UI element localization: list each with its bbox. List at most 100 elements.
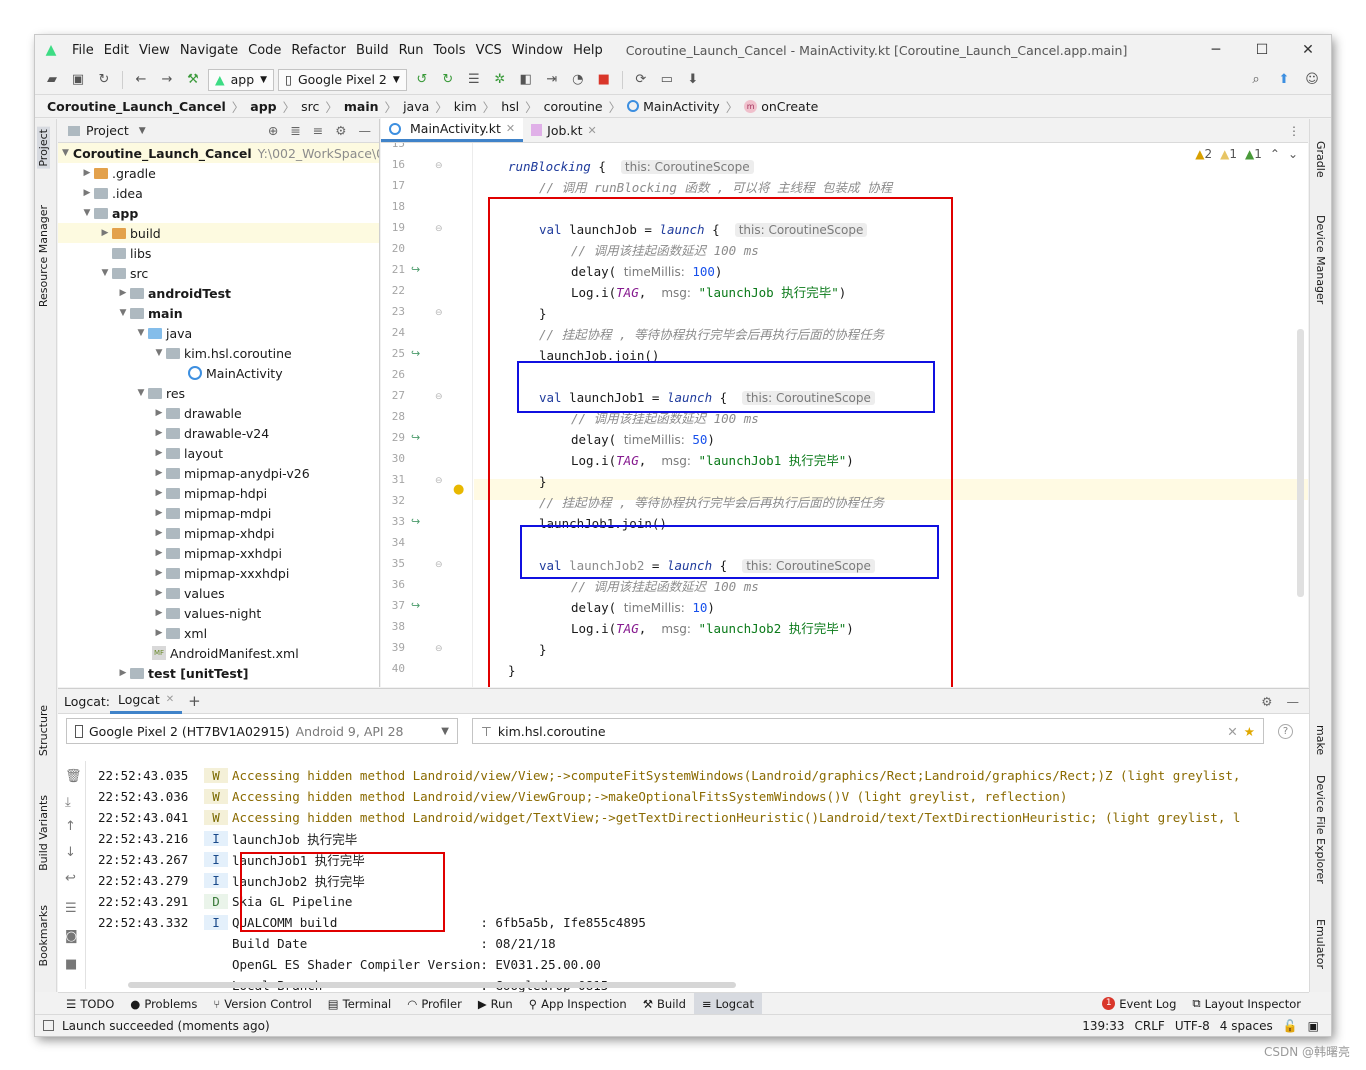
tool-build[interactable]: ⚒ Build — [635, 993, 694, 1015]
soft-wrap-icon[interactable]: ↩ — [65, 871, 76, 886]
clear-icon[interactable]: ✕ — [1227, 724, 1237, 739]
device-manager-icon[interactable]: ▭ — [656, 69, 678, 91]
tree-item[interactable]: ▶ mipmap-xhdpi — [58, 523, 379, 543]
tree-item[interactable]: ▶ drawable — [58, 403, 379, 423]
fold-icon[interactable]: ⊖ — [435, 308, 443, 318]
breadcrumb-src[interactable]: src — [301, 99, 319, 114]
tool-app-inspection[interactable]: ⚲ App Inspection — [521, 993, 635, 1015]
search-icon[interactable]: ⌕ — [1245, 68, 1267, 90]
menu-build[interactable]: Build — [351, 43, 394, 58]
tree-item[interactable]: ▶ mipmap-anydpi-v26 — [58, 463, 379, 483]
tree-item[interactable]: ▼ src — [58, 263, 379, 283]
tool-layout-inspector[interactable]: ⧉ Layout Inspector — [1184, 993, 1309, 1015]
tab-bookmarks[interactable]: Bookmarks — [37, 905, 50, 966]
tab-make[interactable]: make — [1314, 725, 1327, 755]
gear-icon[interactable]: ⚙ — [1261, 694, 1272, 709]
device-select[interactable]: Google Pixel 2 (HT7BV1A02915) Android 9,… — [66, 718, 458, 744]
back-icon[interactable]: ← — [130, 69, 152, 91]
test-list-icon[interactable]: ☰ — [463, 69, 485, 91]
update-icon[interactable]: ⬆ — [1273, 68, 1295, 90]
menu-file[interactable]: File — [67, 43, 99, 58]
help-icon[interactable]: ? — [1278, 723, 1293, 739]
close-icon[interactable]: ✕ — [166, 694, 174, 705]
gradle-sync-icon[interactable]: ⟳ — [630, 69, 652, 91]
arrow-up-icon[interactable]: ↑ — [65, 819, 76, 834]
sdk-manager-icon[interactable]: ⬇ — [682, 69, 704, 91]
tool-profiler[interactable]: ◠ Profiler — [399, 993, 470, 1015]
hammer-icon[interactable]: ⚒ — [182, 69, 204, 91]
horizontal-scrollbar[interactable] — [128, 982, 736, 988]
tab-resource-manager[interactable]: Resource Manager — [37, 205, 50, 307]
tab-logcat[interactable]: Logcat ✕ — [109, 689, 183, 714]
close-icon[interactable]: ✕ — [588, 124, 597, 137]
tree-item[interactable]: ▶ values-night — [58, 603, 379, 623]
tool-event-log[interactable]: 1 Event Log — [1094, 993, 1184, 1015]
device-select[interactable]: ▯ Google Pixel 2 ▼ — [278, 68, 407, 91]
hide-icon[interactable]: — — [359, 123, 372, 138]
indent-setting[interactable]: 4 spaces — [1220, 1019, 1273, 1033]
tree-item[interactable]: ▶ xml — [58, 623, 379, 643]
run-config-select[interactable]: ▲ app ▼ — [208, 68, 275, 91]
tree-item[interactable]: ▶ test [unitTest] — [58, 663, 379, 683]
tool-version-control[interactable]: ⑂ Version Control — [205, 993, 319, 1015]
menu-run[interactable]: Run — [394, 43, 429, 58]
tab-gradle[interactable]: Gradle — [1314, 141, 1327, 178]
tool-terminal[interactable]: ▤ Terminal — [320, 993, 399, 1015]
menu-edit[interactable]: Edit — [99, 43, 134, 58]
tree-item[interactable]: ▶ mipmap-xxxhdpi — [58, 563, 379, 583]
menu-view[interactable]: View — [134, 43, 175, 58]
favorite-icon[interactable]: ★ — [1244, 724, 1255, 739]
project-view-select[interactable]: Project — [86, 123, 129, 138]
fold-icon[interactable]: ⊖ — [435, 392, 443, 402]
tool-run[interactable]: ▶ Run — [470, 993, 521, 1015]
maximize-button[interactable]: ☐ — [1239, 35, 1285, 65]
tree-item[interactable]: ▶ .gradle — [58, 163, 379, 183]
fold-icon[interactable]: ⊖ — [435, 644, 443, 654]
trash-icon[interactable]: 🗑 — [65, 769, 82, 784]
tool-logcat[interactable]: ≡ Logcat — [693, 992, 762, 1015]
menu-window[interactable]: Window — [507, 43, 568, 58]
tree-item[interactable]: ▶ mipmap-mdpi — [58, 503, 379, 523]
debug-icon[interactable]: ✲ — [489, 69, 511, 91]
editor-body[interactable]: ▲2 ▲1 ▲1 ⌃ ⌄ 15 16 17 18 19 20 21 22 23 … — [381, 143, 1308, 687]
menu-refactor[interactable]: Refactor — [286, 43, 351, 58]
tree-item[interactable]: ▶ build — [58, 223, 379, 243]
tree-item[interactable]: ▼ kim.hsl.coroutine — [58, 343, 379, 363]
tree-item[interactable]: libs — [58, 243, 379, 263]
tool-problems[interactable]: ● Problems — [122, 993, 205, 1015]
breadcrumb-java[interactable]: java — [403, 99, 429, 114]
gear-icon[interactable]: ⚙ — [335, 123, 346, 138]
memory-icon[interactable]: ▣ — [1308, 1019, 1319, 1033]
expand-all-icon[interactable]: ≣ — [290, 123, 300, 138]
stop-icon[interactable]: ■ — [593, 69, 615, 91]
line-separator[interactable]: CRLF — [1135, 1019, 1165, 1033]
tree-item[interactable]: ▼ app — [58, 203, 379, 223]
breadcrumb-mainactivity[interactable]: MainActivity — [627, 99, 720, 114]
tree-item[interactable]: ▶ layout — [58, 443, 379, 463]
attach-debugger-icon[interactable]: ⇥ — [541, 69, 563, 91]
tree-item[interactable]: ▶ .idea — [58, 183, 379, 203]
tree-item[interactable]: ▼ Coroutine_Launch_Cancel Y:\002_WorkSpace… — [58, 143, 379, 163]
fold-icon[interactable]: ⊖ — [435, 560, 443, 570]
tree-item[interactable]: ▼ res — [58, 383, 379, 403]
menu-help[interactable]: Help — [568, 43, 608, 58]
breadcrumb-kim[interactable]: kim — [454, 99, 477, 114]
fold-icon[interactable]: ⊖ — [435, 161, 443, 171]
save-icon[interactable]: ▣ — [67, 69, 89, 91]
close-icon[interactable]: ✕ — [506, 122, 515, 135]
arrow-down-icon[interactable]: ↓ — [65, 845, 76, 860]
lock-icon[interactable]: 🔓 — [1283, 1019, 1298, 1033]
open-folder-icon[interactable]: ▰ — [41, 69, 63, 91]
more-options-icon[interactable]: ⋮ — [1280, 124, 1308, 142]
breadcrumb-main[interactable]: main — [344, 99, 379, 114]
menu-code[interactable]: Code — [243, 43, 286, 58]
lightbulb-icon[interactable]: ● — [453, 482, 464, 497]
tab-device-manager[interactable]: Device Manager — [1314, 215, 1327, 304]
caret-position[interactable]: 139:33 — [1082, 1019, 1124, 1033]
breadcrumb-hsl[interactable]: hsl — [501, 99, 519, 114]
locate-icon[interactable]: ⊕ — [268, 123, 278, 138]
tool-todo[interactable]: ☰ TODO — [58, 993, 122, 1015]
tree-item[interactable]: ▼ main — [58, 303, 379, 323]
tree-item[interactable]: ▶ drawable-v24 — [58, 423, 379, 443]
tab-project[interactable]: Project — [37, 127, 50, 169]
